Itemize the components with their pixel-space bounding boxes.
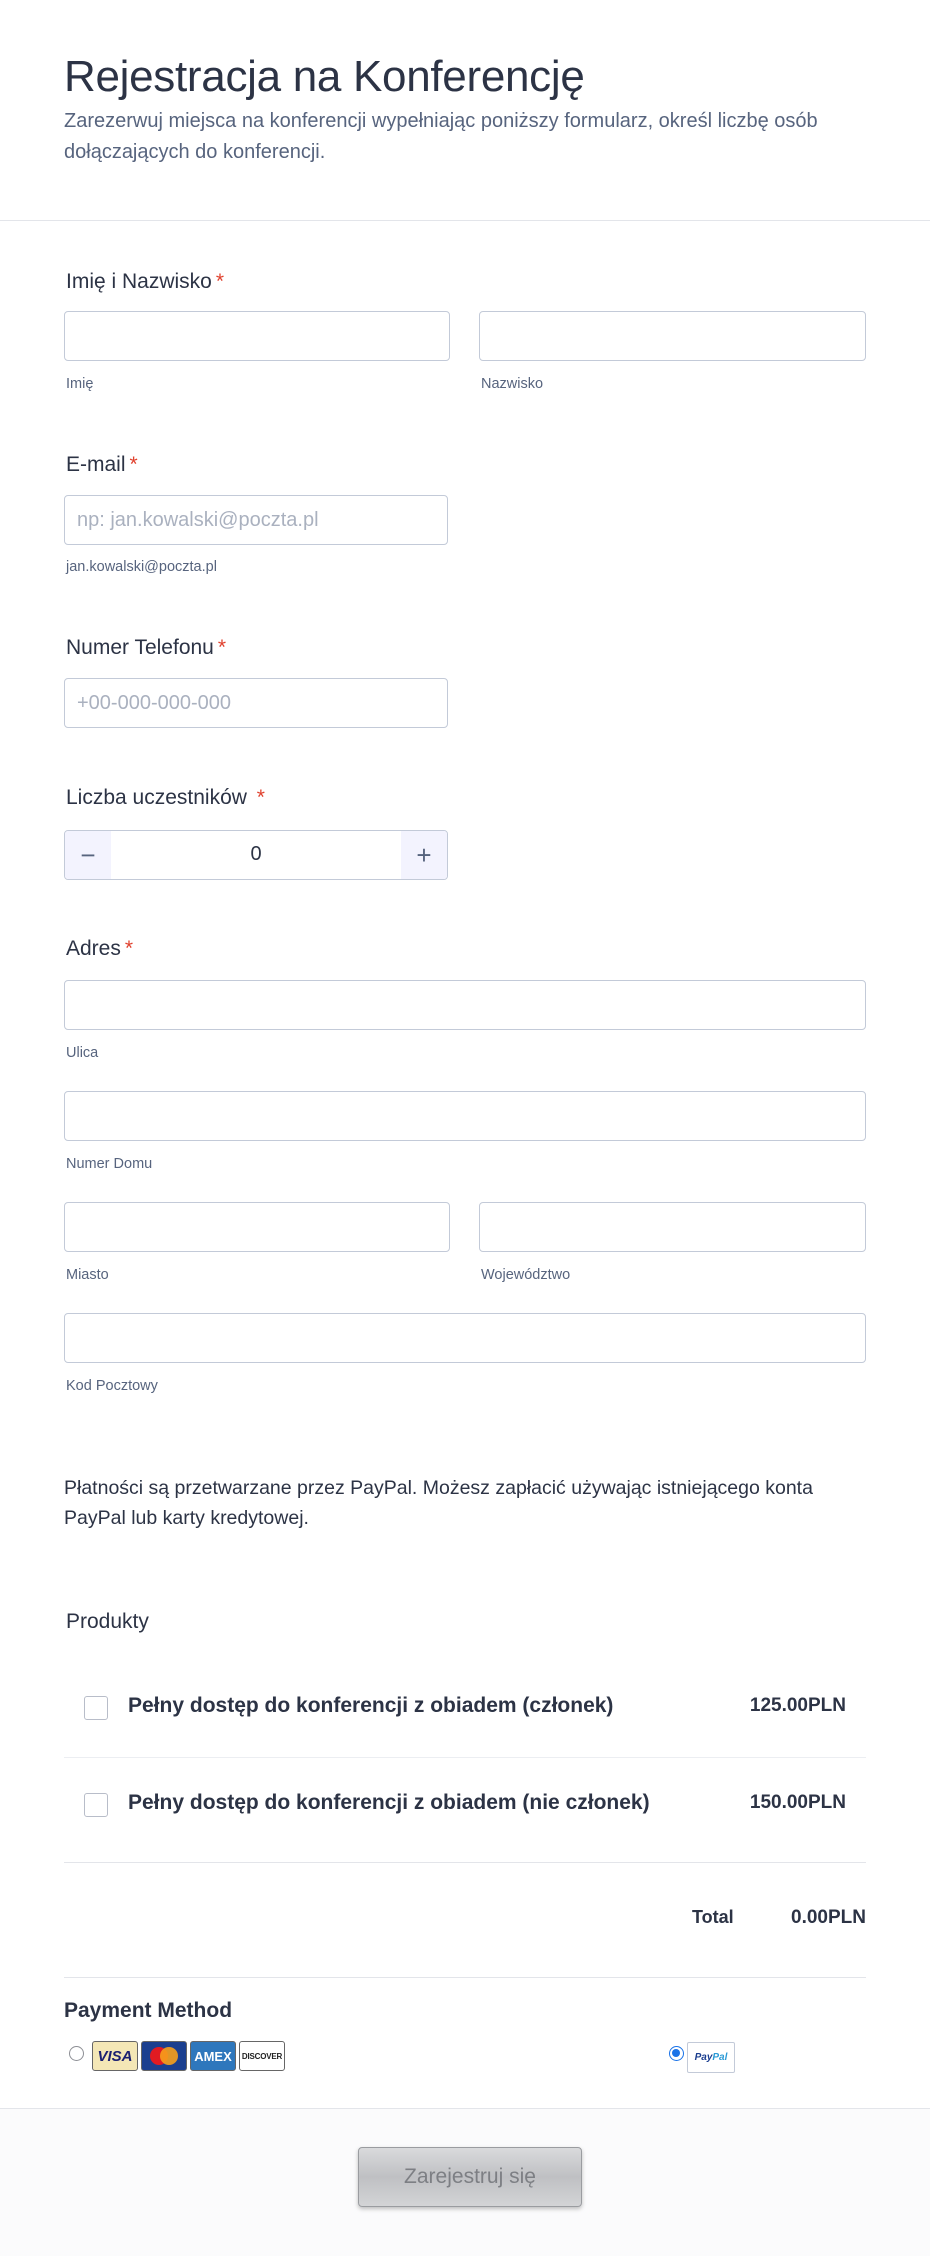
mastercard-icon (141, 2041, 187, 2071)
paypal-logo-pay: Pay (694, 2052, 713, 2063)
email-label: E-mail * (66, 453, 138, 477)
payment-method-label: Payment Method (64, 1999, 233, 2022)
decrement-button[interactable]: − (65, 831, 111, 879)
first-name-sublabel: Imię (66, 376, 94, 392)
required-asterisk: * (217, 636, 227, 659)
credit-card-logos[interactable]: VISA AMEX DISCOVER (92, 2041, 285, 2071)
email-sublabel: jan.kowalski@poczta.pl (66, 559, 217, 575)
products-label: Produkty (66, 1610, 149, 1633)
phone-input[interactable] (64, 678, 448, 728)
last-name-sublabel: Nazwisko (481, 376, 544, 392)
product-name: Pełny dostęp do konferencji z obiadem (c… (128, 1694, 614, 1717)
required-asterisk: * (215, 270, 225, 293)
form-header: Rejestracja na Konferencję Zarezerwuj mi… (0, 0, 930, 221)
name-label-text: Imię i Nazwisko (66, 270, 212, 293)
paypal-icon[interactable]: Pay Pal (687, 2042, 735, 2073)
total-amount: 0.00 (791, 1907, 828, 1928)
product-checkbox[interactable] (84, 1696, 108, 1720)
price-currency: PLN (808, 1792, 846, 1813)
name-label: Imię i Nazwisko * (66, 270, 224, 294)
product-row[interactable]: Pełny dostęp do konferencji z obiadem (n… (64, 1759, 866, 1863)
required-asterisk: * (124, 937, 134, 960)
price-amount: 150.00 (749, 1792, 808, 1813)
participants-stepper: − 0 + (64, 830, 448, 880)
house-number-input[interactable] (64, 1091, 866, 1141)
address-label: Adres * (66, 937, 133, 961)
total-currency: PLN (828, 1907, 866, 1928)
postal-code-input[interactable] (64, 1313, 866, 1363)
first-name-input[interactable] (64, 311, 450, 361)
required-asterisk: * (129, 453, 138, 476)
state-input[interactable] (479, 1202, 866, 1252)
product-checkbox[interactable] (84, 1793, 108, 1817)
visa-icon: VISA (92, 2041, 138, 2071)
street-sublabel: Ulica (66, 1045, 99, 1061)
form-footer: Zarejestruj się (0, 2108, 930, 2256)
last-name-input[interactable] (479, 311, 866, 361)
phone-label-text: Numer Telefonu (66, 636, 214, 659)
increment-button[interactable]: + (401, 831, 447, 879)
email-input[interactable] (64, 495, 448, 545)
price-amount: 125.00 (749, 1695, 808, 1716)
street-input[interactable] (64, 980, 866, 1030)
participants-label: Liczba uczestników * (66, 786, 265, 810)
paypal-logo-pal: Pal (712, 2052, 728, 2063)
state-sublabel: Województwo (481, 1267, 571, 1283)
city-input[interactable] (64, 1202, 450, 1252)
paypal-radio[interactable] (669, 2046, 684, 2061)
phone-label: Numer Telefonu * (66, 636, 226, 660)
total-label: Total (692, 1907, 734, 1927)
postal-code-sublabel: Kod Pocztowy (66, 1378, 158, 1394)
house-number-sublabel: Numer Domu (66, 1156, 153, 1172)
amex-icon: AMEX (190, 2041, 236, 2071)
city-sublabel: Miasto (66, 1267, 109, 1283)
product-name: Pełny dostęp do konferencji z obiadem (n… (128, 1791, 650, 1814)
total-value: 0.00PLN (791, 1907, 866, 1929)
product-price: 150.00PLN (750, 1792, 846, 1814)
payment-info-text: Płatności są przetwarzane przez PayPal. … (64, 1477, 813, 1529)
page-subtitle: Zarezerwuj miejsca na konferencji wypełn… (64, 110, 818, 163)
submit-button[interactable]: Zarejestruj się (358, 2147, 582, 2207)
email-label-text: E-mail (66, 453, 126, 476)
credit-card-radio[interactable] (69, 2046, 84, 2061)
page-title: Rejestracja na Konferencję (64, 52, 585, 101)
total-row: Total 0.00PLN (64, 1864, 866, 1978)
required-asterisk: * (256, 786, 265, 809)
price-currency: PLN (808, 1695, 846, 1716)
participants-value[interactable]: 0 (111, 831, 401, 879)
participants-label-text: Liczba uczestników (66, 786, 247, 809)
product-price: 125.00PLN (750, 1695, 846, 1717)
discover-icon: DISCOVER (239, 2041, 285, 2071)
product-row[interactable]: Pełny dostęp do konferencji z obiadem (c… (64, 1660, 866, 1758)
address-label-text: Adres (66, 937, 121, 960)
